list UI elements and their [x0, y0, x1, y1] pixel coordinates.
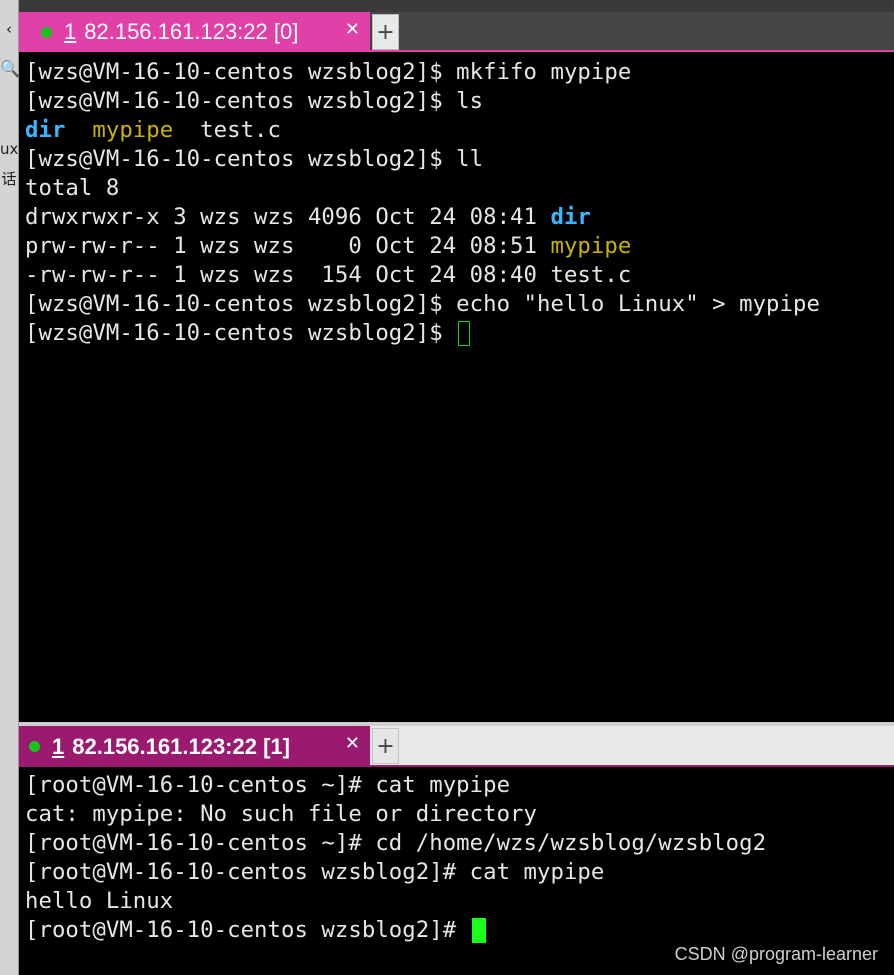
session-tab[interactable]: 1 82.156.161.123:22 [1] ✕: [19, 726, 370, 767]
terminal-text: [root@VM-16-10-centos wzsblog2]#: [25, 917, 470, 943]
terminal-text: [wzs@VM-16-10-centos wzsblog2]$ mkfifo m…: [25, 59, 632, 85]
terminal-text: test.c: [173, 117, 282, 143]
terminal-pane-top[interactable]: 1 82.156.161.123:22 [0] ✕ + [wzs@VM-16-1…: [19, 0, 894, 722]
side-label-fragment: ux: [0, 140, 19, 158]
search-icon[interactable]: 🔍: [0, 60, 20, 78]
watermark: CSDN @program-learner: [674, 944, 878, 964]
terminal-line: cat: mypipe: No such file or directory: [25, 800, 894, 829]
terminal-text: prw-rw-r-- 1 wzs wzs 0 Oct 24 08:51: [25, 233, 551, 259]
terminal-text: hello Linux: [25, 888, 174, 914]
terminal-text: [wzs@VM-16-10-centos wzsblog2]$ ls: [25, 88, 484, 114]
terminal-line: prw-rw-r-- 1 wzs wzs 0 Oct 24 08:51 mypi…: [25, 232, 894, 261]
new-tab-button[interactable]: +: [372, 14, 399, 50]
pipe-name: mypipe: [550, 233, 632, 259]
terminal-line: [root@VM-16-10-centos ~]# cd /home/wzs/w…: [25, 829, 894, 858]
tab-title: 82.156.161.123:22 [0]: [84, 19, 299, 44]
session-tab[interactable]: 1 82.156.161.123:22 [0] ✕: [19, 12, 370, 52]
tab-bar: 1 82.156.161.123:22 [0] ✕ +: [19, 0, 894, 52]
terminal-line: [wzs@VM-16-10-centos wzsblog2]$ mkfifo m…: [25, 58, 894, 87]
close-icon[interactable]: ✕: [345, 19, 360, 40]
terminal-output[interactable]: [wzs@VM-16-10-centos wzsblog2]$ mkfifo m…: [19, 52, 894, 348]
tab-underline: [19, 765, 894, 767]
terminal-output[interactable]: [root@VM-16-10-centos ~]# cat mypipe cat:…: [19, 767, 894, 945]
terminal-text: total 8: [25, 175, 120, 201]
terminal-line: [wzs@VM-16-10-centos wzsblog2]$ echo "he…: [25, 290, 894, 319]
connection-status-icon: [41, 26, 52, 38]
terminal-line: [root@VM-16-10-centos wzsblog2]# cat myp…: [25, 858, 894, 887]
new-tab-button[interactable]: +: [372, 728, 399, 764]
terminal-line: [wzs@VM-16-10-centos wzsblog2]$ ll: [25, 145, 894, 174]
connection-status-icon: [29, 741, 40, 752]
tab-underline: [19, 50, 894, 52]
collapse-arrow-icon[interactable]: ‹: [0, 20, 18, 38]
terminal-line: hello Linux: [25, 887, 894, 916]
terminal-cursor: [471, 918, 486, 943]
side-label-fragment: 话: [1, 170, 17, 188]
tab-number: 1: [52, 733, 65, 759]
directory-name: dir: [25, 117, 66, 143]
directory-name: dir: [550, 204, 591, 230]
terminal-line: drwxrwxr-x 3 wzs wzs 4096 Oct 24 08:41 d…: [25, 203, 894, 232]
tab-title: 82.156.161.123:22 [1]: [72, 733, 290, 759]
terminal-cursor: [458, 321, 471, 346]
terminal-text: [wzs@VM-16-10-centos wzsblog2]$ ll: [25, 146, 484, 172]
terminal-pane-bottom[interactable]: 1 82.156.161.123:22 [1] ✕ + [root@VM-16-…: [19, 722, 894, 975]
terminal-line: [wzs@VM-16-10-centos wzsblog2]$ ls: [25, 87, 894, 116]
pipe-name: mypipe: [92, 117, 174, 143]
terminal-text: [wzs@VM-16-10-centos wzsblog2]$ echo "he…: [25, 291, 820, 317]
terminal-line: [root@VM-16-10-centos wzsblog2]#: [25, 916, 894, 945]
terminal-text: [root@VM-16-10-centos ~]# cat mypipe: [25, 772, 511, 798]
left-side-panel: ‹ 🔍 ux 话: [0, 0, 20, 975]
terminal-text: cat: mypipe: No such file or directory: [25, 801, 538, 827]
terminal-text: [root@VM-16-10-centos ~]# cd /home/wzs/w…: [25, 830, 767, 856]
terminal-text: [root@VM-16-10-centos wzsblog2]# cat myp…: [25, 859, 605, 885]
terminal-text: drwxrwxr-x 3 wzs wzs 4096 Oct 24 08:41: [25, 204, 551, 230]
terminal-line: dir mypipe test.c: [25, 116, 894, 145]
tab-number: 1: [64, 19, 77, 44]
terminal-line: total 8: [25, 174, 894, 203]
terminal-line: [wzs@VM-16-10-centos wzsblog2]$: [25, 319, 894, 348]
terminal-line: [root@VM-16-10-centos ~]# cat mypipe: [25, 771, 894, 800]
tab-bar: 1 82.156.161.123:22 [1] ✕ +: [19, 722, 894, 767]
terminal-line: -rw-rw-r-- 1 wzs wzs 154 Oct 24 08:40 te…: [25, 261, 894, 290]
terminal-text: [wzs@VM-16-10-centos wzsblog2]$: [25, 320, 457, 346]
terminal-text: -rw-rw-r-- 1 wzs wzs 154 Oct 24 08:40 te…: [25, 262, 632, 288]
close-icon[interactable]: ✕: [345, 733, 360, 754]
